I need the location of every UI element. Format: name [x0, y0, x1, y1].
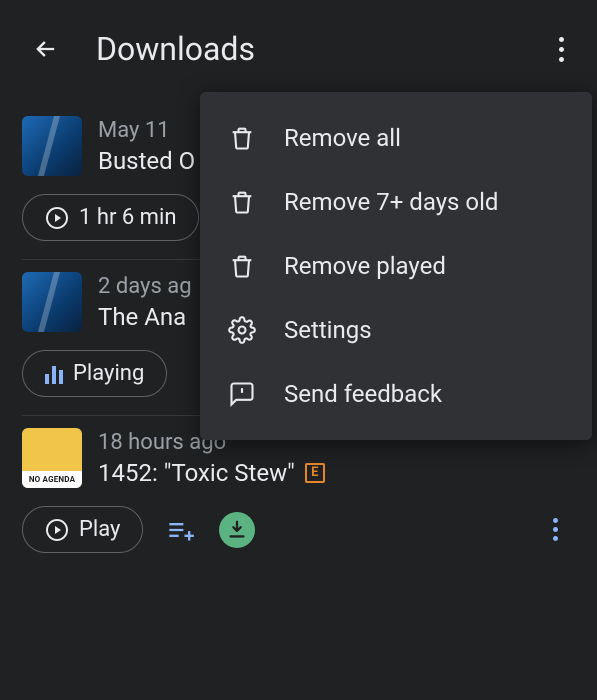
- menu-item-remove-all[interactable]: Remove all: [200, 106, 592, 170]
- playing-button[interactable]: Playing: [22, 350, 167, 397]
- play-circle-icon: [45, 518, 69, 542]
- overflow-menu: Remove all Remove 7+ days old Remove pla…: [200, 92, 592, 440]
- arrow-left-icon: [32, 35, 60, 63]
- pill-label: Playing: [73, 361, 144, 386]
- more-vert-icon: [559, 37, 564, 62]
- episode-overflow-button[interactable]: [535, 510, 575, 550]
- more-vert-icon: [553, 518, 558, 541]
- overflow-menu-button[interactable]: [547, 24, 575, 74]
- playlist-add-icon: [167, 516, 195, 544]
- thumbnail-label: NO AGENDA: [22, 471, 82, 488]
- menu-item-label: Remove played: [284, 252, 446, 280]
- episode-thumbnail: NO AGENDA: [22, 428, 82, 488]
- pill-label: 1 hr 6 min: [79, 205, 176, 230]
- menu-item-label: Remove 7+ days old: [284, 188, 498, 216]
- feedback-icon: [228, 380, 256, 408]
- menu-item-label: Remove all: [284, 124, 401, 152]
- page-title: Downloads: [96, 30, 511, 68]
- play-duration-button[interactable]: 1 hr 6 min: [22, 194, 199, 241]
- episode-date: 2 days ag: [98, 274, 192, 299]
- menu-item-remove-played[interactable]: Remove played: [200, 234, 592, 298]
- episode-thumbnail: [22, 272, 82, 332]
- play-button[interactable]: Play: [22, 506, 143, 553]
- trash-icon: [228, 124, 256, 152]
- episode-title: The Ana: [98, 303, 192, 331]
- menu-item-label: Send feedback: [284, 380, 442, 408]
- menu-item-settings[interactable]: Settings: [200, 298, 592, 362]
- equalizer-icon: [45, 364, 63, 384]
- downloaded-button[interactable]: [219, 512, 255, 548]
- trash-icon: [228, 252, 256, 280]
- menu-item-label: Settings: [284, 316, 372, 344]
- add-to-queue-button[interactable]: [161, 510, 201, 550]
- back-button[interactable]: [32, 35, 60, 63]
- gear-icon: [228, 316, 256, 344]
- episode-title: Busted O: [98, 147, 195, 175]
- episode-date: May 11: [98, 118, 195, 143]
- menu-item-feedback[interactable]: Send feedback: [200, 362, 592, 426]
- header: Downloads: [0, 0, 597, 104]
- download-icon: [226, 519, 248, 541]
- episode-thumbnail: [22, 116, 82, 176]
- menu-item-remove-old[interactable]: Remove 7+ days old: [200, 170, 592, 234]
- play-circle-icon: [45, 206, 69, 230]
- episode-title: 1452: "Toxic Stew": [98, 459, 295, 487]
- explicit-badge: E: [305, 463, 325, 483]
- pill-label: Play: [79, 517, 120, 542]
- trash-icon: [228, 188, 256, 216]
